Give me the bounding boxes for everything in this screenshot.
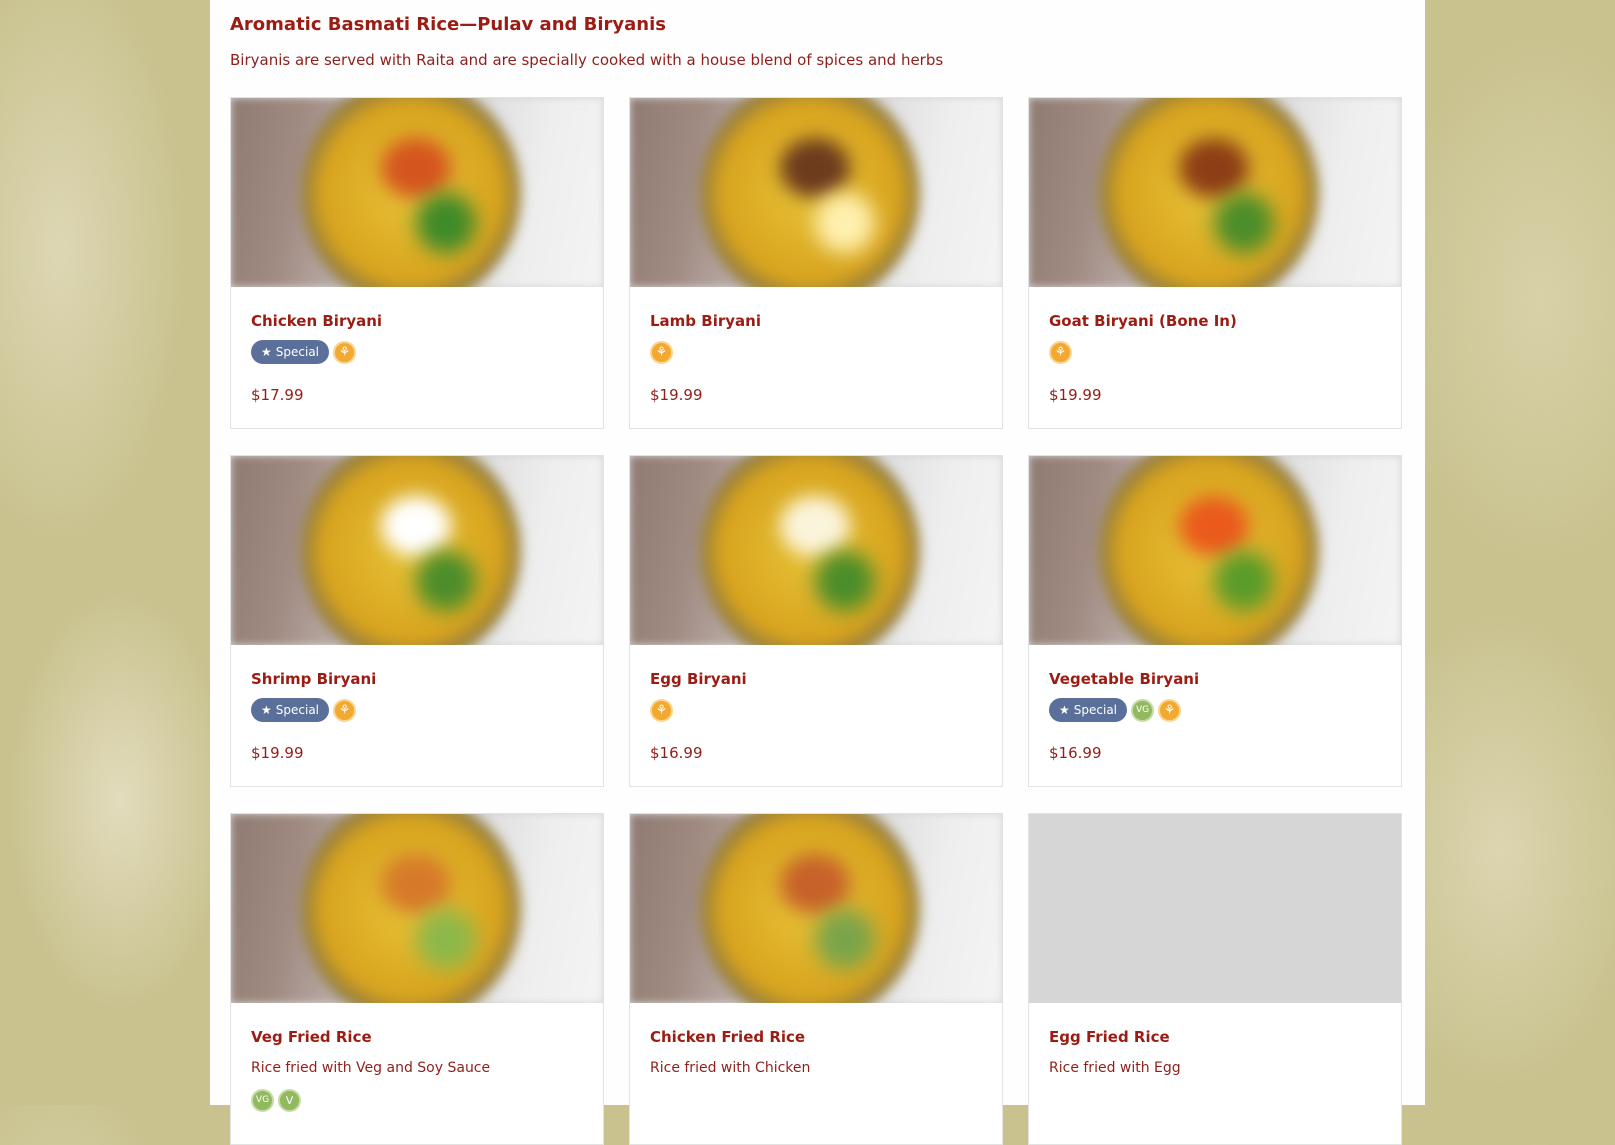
menu-item-card[interactable]: Egg Biryani ⚘ $16.99: [629, 455, 1003, 787]
special-label: Special: [275, 703, 320, 717]
menu-item-price: $19.99: [1049, 386, 1102, 404]
gluten-free-icon: ⚘: [650, 698, 673, 722]
dietary-tags: ★ Special ⚘: [251, 698, 357, 722]
gluten-free-icon: ⚘: [333, 340, 357, 364]
menu-item-name: Egg Biryani: [650, 670, 747, 688]
menu-item-card[interactable]: Chicken Biryani ★ Special ⚘ $17.99: [230, 97, 604, 429]
menu-item-card[interactable]: Egg Fried Rice Rice fried with Egg: [1028, 813, 1402, 1145]
star-icon: ★: [261, 703, 272, 717]
menu-item-description: Rice fried with Chicken: [650, 1060, 811, 1076]
menu-item-name: Chicken Biryani: [251, 312, 383, 330]
dish-photo: [630, 456, 1002, 645]
menu-item-card[interactable]: Vegetable Biryani ★ Special VG ⚘ $16.99: [1028, 455, 1402, 787]
menu-item-price: $16.99: [1049, 744, 1102, 762]
menu-item-name: Shrimp Biryani: [251, 670, 377, 688]
star-icon: ★: [1059, 703, 1070, 717]
special-badge: ★ Special: [251, 340, 330, 364]
dish-photo: [630, 814, 1002, 1003]
menu-item-card[interactable]: Lamb Biryani ⚘ $19.99: [629, 97, 1003, 429]
special-label: Special: [1073, 703, 1118, 717]
star-icon: ★: [261, 345, 272, 359]
menu-item-name: Chicken Fried Rice: [650, 1028, 806, 1046]
dietary-tags: ★ Special ⚘: [251, 340, 357, 364]
menu-item-name: Lamb Biryani: [650, 312, 761, 330]
dish-photo: [231, 98, 603, 287]
menu-item-description: Rice fried with Egg: [1049, 1060, 1181, 1076]
menu-item-price: $17.99: [251, 386, 304, 404]
menu-item-price: $19.99: [650, 386, 703, 404]
dietary-tags: ★ Special VG ⚘: [1049, 698, 1182, 722]
special-badge: ★ Special: [251, 698, 330, 722]
dish-photo: [231, 456, 603, 645]
menu-panel: Aromatic Basmati Rice—Pulav and Biryanis…: [210, 0, 1425, 1145]
menu-item-price: $19.99: [251, 744, 304, 762]
dietary-tags: VG V: [251, 1088, 301, 1112]
special-label: Special: [275, 345, 320, 359]
vegan-badge: VG: [251, 1088, 274, 1112]
menu-item-name: Goat Biryani (Bone In): [1049, 312, 1237, 330]
dish-photo: [231, 814, 603, 1003]
image-placeholder: [1029, 814, 1401, 1003]
dish-photo: [1029, 456, 1401, 645]
vegetarian-badge: V: [278, 1088, 301, 1112]
gluten-free-icon: ⚘: [333, 698, 357, 722]
menu-item-card[interactable]: Shrimp Biryani ★ Special ⚘ $19.99: [230, 455, 604, 787]
gluten-free-icon: ⚘: [1158, 698, 1182, 722]
menu-item-name: Egg Fried Rice: [1049, 1028, 1170, 1046]
dish-photo: [1029, 98, 1401, 287]
menu-item-card[interactable]: Chicken Fried Rice Rice fried with Chicke…: [629, 813, 1003, 1145]
dietary-tags: ⚘: [650, 340, 673, 364]
dietary-tags: ⚘: [1049, 340, 1072, 364]
menu-item-description: Rice fried with Veg and Soy Sauce: [251, 1060, 491, 1076]
section-title: Aromatic Basmati Rice—Pulav and Biryanis: [230, 14, 666, 35]
dietary-tags: ⚘: [650, 698, 673, 722]
section-description: Biryanis are served with Raita and are s…: [230, 51, 944, 69]
gluten-free-icon: ⚘: [650, 340, 673, 364]
vegan-badge: VG: [1131, 698, 1155, 722]
menu-item-card[interactable]: Goat Biryani (Bone In) ⚘ $19.99: [1028, 97, 1402, 429]
menu-item-card[interactable]: Veg Fried Rice Rice fried with Veg and So…: [230, 813, 604, 1145]
gluten-free-icon: ⚘: [1049, 340, 1072, 364]
special-badge: ★ Special: [1049, 698, 1128, 722]
menu-item-price: $16.99: [650, 744, 703, 762]
menu-item-name: Vegetable Biryani: [1049, 670, 1200, 688]
menu-item-name: Veg Fried Rice: [251, 1028, 372, 1046]
dish-photo: [630, 98, 1002, 287]
